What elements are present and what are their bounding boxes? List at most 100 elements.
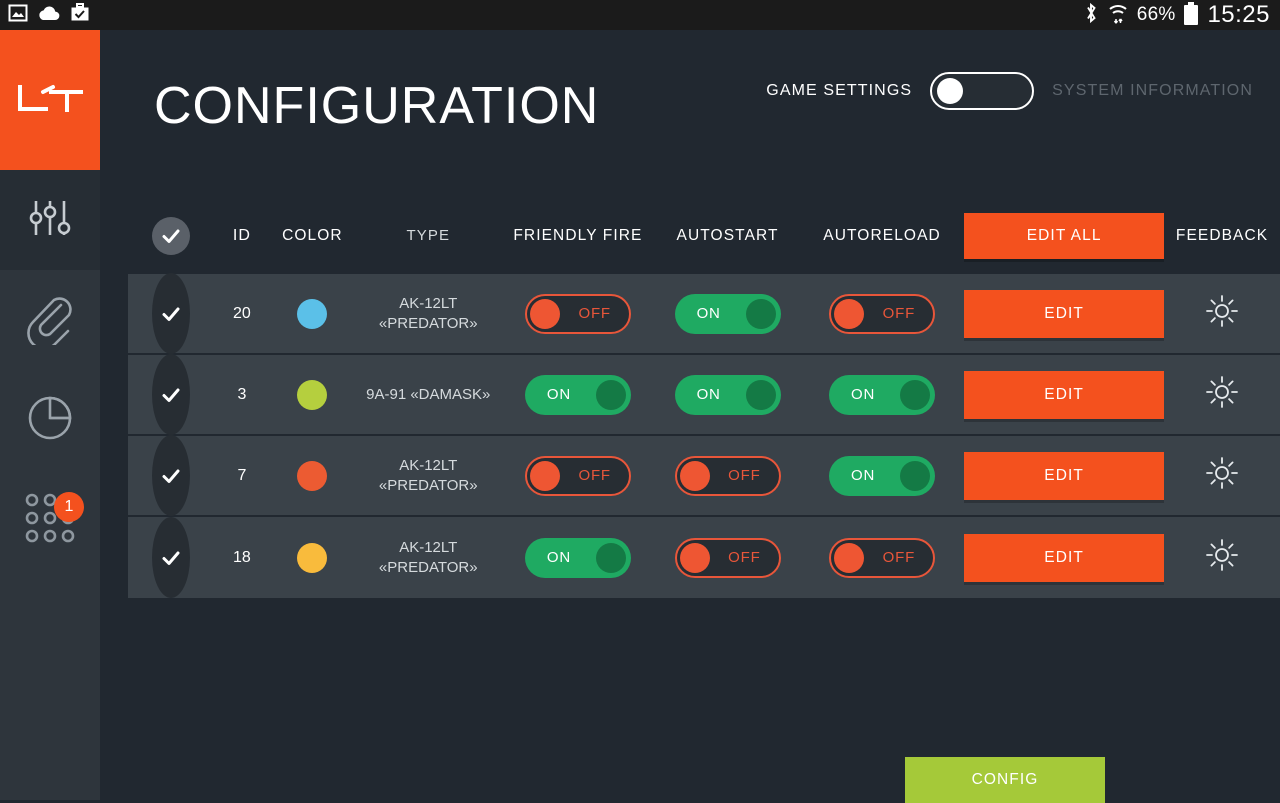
sidebar-item-configuration[interactable] bbox=[0, 170, 100, 270]
friendly-fire-toggle[interactable]: OFF bbox=[524, 455, 631, 496]
row-type-line2: «PREDATOR» bbox=[378, 476, 478, 494]
select-all-checkbox[interactable] bbox=[128, 217, 215, 255]
column-header-feedback: FEEDBACK bbox=[1175, 227, 1269, 244]
row-autoreload-cell: ON bbox=[800, 374, 964, 415]
row-friendly-fire-cell: ON bbox=[501, 537, 655, 578]
toggle-label: OFF bbox=[728, 549, 761, 566]
row-autostart-cell: ON bbox=[655, 293, 800, 334]
sun-brightness-icon[interactable] bbox=[1205, 375, 1239, 414]
row-autostart-cell: OFF bbox=[655, 537, 800, 578]
table-row[interactable]: 18 AK-12LT «PREDATOR» ON OFF OFF EDIT bbox=[128, 517, 1280, 598]
mode-toggle-knob bbox=[937, 78, 964, 104]
tab-system-information[interactable]: SYSTEM INFORMATION bbox=[1052, 82, 1253, 100]
mode-toggle[interactable] bbox=[930, 72, 1035, 110]
sidebar-item-attachments[interactable] bbox=[0, 270, 100, 370]
edit-button[interactable]: EDIT bbox=[964, 451, 1165, 500]
row-type-line1: AK-12LT bbox=[399, 294, 458, 312]
color-dot bbox=[297, 379, 328, 410]
row-autoreload-cell: ON bbox=[800, 455, 964, 496]
row-autostart-cell: OFF bbox=[655, 455, 800, 496]
row-autostart-cell: ON bbox=[655, 374, 800, 415]
edit-all-cell: EDIT ALL bbox=[964, 213, 1165, 259]
autoreload-toggle[interactable]: OFF bbox=[829, 537, 936, 578]
sliders-icon bbox=[23, 191, 77, 250]
color-dot bbox=[297, 460, 328, 491]
row-feedback-cell[interactable] bbox=[1164, 456, 1280, 495]
battery-percent: 66% bbox=[1136, 4, 1176, 25]
friendly-fire-toggle[interactable]: OFF bbox=[524, 293, 631, 334]
tab-game-settings[interactable]: GAME SETTINGS bbox=[766, 82, 912, 100]
table-body: 20 AK-12LT «PREDATOR» OFF ON OFF EDIT 3 … bbox=[128, 273, 1280, 598]
clock: 15:25 bbox=[1207, 1, 1270, 28]
toggle-knob bbox=[834, 542, 865, 573]
row-friendly-fire-cell: ON bbox=[501, 374, 655, 415]
column-header-id: ID bbox=[232, 227, 252, 244]
row-checkbox[interactable] bbox=[128, 273, 215, 354]
autostart-toggle[interactable]: OFF bbox=[674, 537, 781, 578]
table-row[interactable]: 20 AK-12LT «PREDATOR» OFF ON OFF EDIT bbox=[128, 273, 1280, 355]
row-type: AK-12LT «PREDATOR» bbox=[356, 294, 501, 334]
color-dot bbox=[297, 298, 328, 329]
wifi-icon bbox=[1108, 2, 1128, 29]
table-row[interactable]: 7 AK-12LT «PREDATOR» OFF OFF ON EDIT bbox=[128, 435, 1280, 517]
edit-all-button[interactable]: EDIT ALL bbox=[964, 213, 1165, 259]
toggle-knob bbox=[745, 379, 776, 410]
toggle-label: OFF bbox=[578, 467, 611, 484]
toggle-label: ON bbox=[851, 467, 876, 484]
row-type: AK-12LT «PREDATOR» bbox=[356, 456, 501, 496]
toggle-knob bbox=[679, 542, 710, 573]
row-feedback-cell[interactable] bbox=[1164, 538, 1280, 577]
toggle-label: ON bbox=[696, 305, 721, 322]
row-feedback-cell[interactable] bbox=[1164, 375, 1280, 414]
row-checkbox[interactable] bbox=[128, 354, 215, 435]
row-id: 20 bbox=[233, 304, 251, 322]
edit-button[interactable]: EDIT bbox=[964, 370, 1165, 419]
autoreload-toggle[interactable]: ON bbox=[829, 455, 936, 496]
edit-button[interactable]: EDIT bbox=[964, 533, 1165, 582]
row-autoreload-cell: OFF bbox=[800, 537, 964, 578]
table-row[interactable]: 3 9A-91 «DAMASK» ON ON ON EDIT bbox=[128, 354, 1280, 436]
column-header-autostart: AUTOSTART bbox=[676, 227, 779, 244]
row-friendly-fire-cell: OFF bbox=[501, 293, 655, 334]
edit-button[interactable]: EDIT bbox=[964, 289, 1165, 338]
config-button[interactable]: CONFIG bbox=[905, 757, 1105, 803]
autoreload-toggle[interactable]: OFF bbox=[829, 293, 936, 334]
toggle-knob bbox=[900, 460, 931, 491]
row-checkbox[interactable] bbox=[128, 517, 215, 598]
briefcase-check-icon bbox=[70, 2, 90, 28]
toggle-label: OFF bbox=[578, 305, 611, 322]
row-id: 7 bbox=[237, 466, 247, 484]
row-type-line1: AK-12LT bbox=[399, 456, 458, 474]
friendly-fire-toggle[interactable]: ON bbox=[524, 537, 631, 578]
toggle-knob bbox=[900, 379, 931, 410]
row-checkbox[interactable] bbox=[128, 435, 215, 516]
sun-brightness-icon[interactable] bbox=[1205, 538, 1239, 577]
toggle-knob bbox=[595, 542, 626, 573]
row-feedback-cell[interactable] bbox=[1164, 294, 1280, 333]
app-logo[interactable] bbox=[0, 30, 100, 170]
row-edit-cell: EDIT bbox=[964, 451, 1165, 500]
friendly-fire-toggle[interactable]: ON bbox=[524, 374, 631, 415]
sun-brightness-icon[interactable] bbox=[1205, 294, 1239, 333]
sidebar-item-statistics[interactable] bbox=[0, 370, 100, 470]
mode-switch: GAME SETTINGS SYSTEM INFORMATION bbox=[766, 72, 1253, 110]
checkmark-icon bbox=[152, 517, 191, 598]
row-friendly-fire-cell: OFF bbox=[501, 455, 655, 496]
devices-badge: 1 bbox=[54, 492, 84, 522]
pie-chart-icon bbox=[23, 391, 77, 450]
status-bar-left-icons bbox=[8, 2, 90, 28]
autostart-toggle[interactable]: ON bbox=[674, 374, 781, 415]
checkmark-icon bbox=[152, 435, 191, 516]
autostart-toggle[interactable]: OFF bbox=[674, 455, 781, 496]
autostart-toggle[interactable]: ON bbox=[674, 293, 781, 334]
toggle-knob bbox=[529, 298, 560, 329]
autoreload-toggle[interactable]: ON bbox=[829, 374, 936, 415]
row-color-cell bbox=[269, 460, 356, 491]
sidebar-item-devices[interactable]: 1 bbox=[0, 470, 100, 570]
row-color-cell bbox=[269, 379, 356, 410]
toggle-knob bbox=[595, 379, 626, 410]
row-type-line1: 9A-91 «DAMASK» bbox=[366, 385, 491, 403]
toggle-knob bbox=[529, 460, 560, 491]
sun-brightness-icon[interactable] bbox=[1205, 456, 1239, 495]
toggle-label: OFF bbox=[728, 467, 761, 484]
